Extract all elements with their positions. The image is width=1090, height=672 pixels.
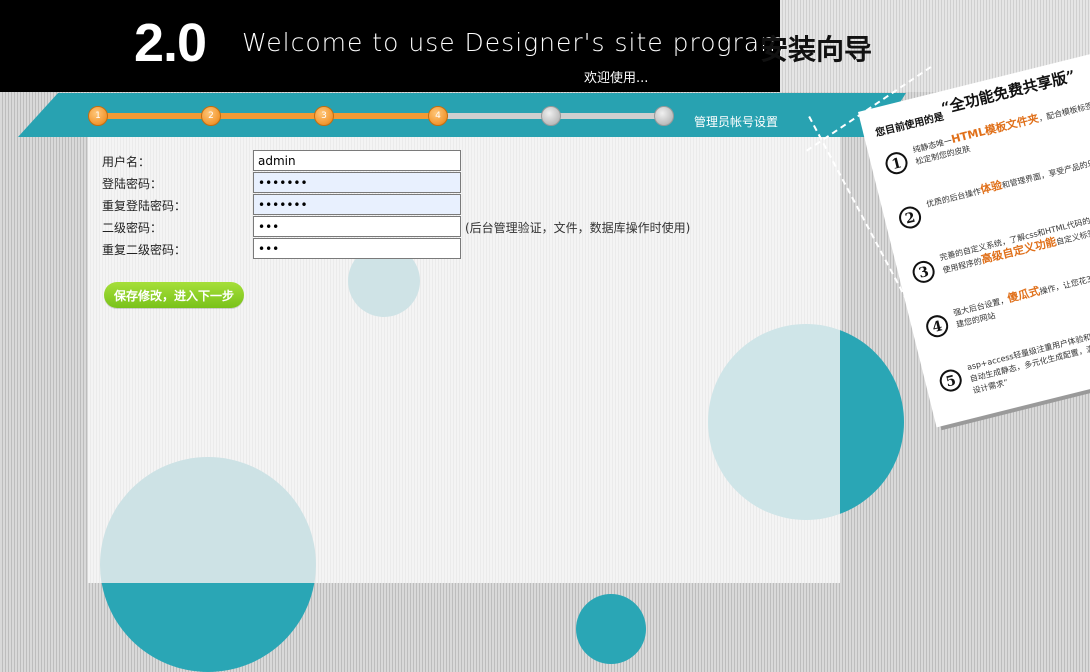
current-step-label: 管理员帐号设置 bbox=[694, 115, 779, 129]
promo-title-prefix: 您目前使用的是 bbox=[874, 111, 946, 140]
progress-step-dot: 3 bbox=[314, 106, 334, 126]
decor-circle bbox=[100, 457, 316, 583]
progress-step-dot: 2 bbox=[201, 106, 221, 126]
promo-item-number: 1 bbox=[883, 149, 910, 177]
promo-item-highlight: HTML模板文件夹 bbox=[949, 111, 1041, 147]
promo-card: 您目前使用的是 “全功能免费共享版” 1 纯静态唯一HTML模板文件夹，配合模板标… bbox=[858, 49, 1090, 428]
progress-step-dot bbox=[541, 106, 561, 126]
secondary-password-hint: (后台管理验证，文件，数据库操作时使用) bbox=[465, 221, 691, 235]
progress-step-dot: 4 bbox=[428, 106, 448, 126]
decor-circle bbox=[708, 324, 840, 520]
secondary-password-repeat-label: 重复二级密码： bbox=[102, 243, 187, 257]
promo-item-number: 2 bbox=[896, 204, 924, 231]
password-input[interactable] bbox=[253, 172, 461, 193]
promo-item-number: 5 bbox=[937, 367, 965, 394]
promo-item-text: 完善的自定义系统，了解css和HTML代码的你，完全可以使用程序的高级自定义功能… bbox=[938, 203, 1090, 277]
decor-circle bbox=[576, 594, 646, 664]
password-label: 登陆密码： bbox=[102, 177, 163, 191]
version-number: 2.0 bbox=[134, 13, 207, 73]
promo-item: 3 完善的自定义系统，了解css和HTML代码的你，完全可以使用程序的高级自定义功… bbox=[909, 202, 1090, 286]
secondary-password-input[interactable] bbox=[253, 216, 461, 237]
welcome-subheading: 欢迎使用... bbox=[584, 71, 649, 86]
username-label: 用户名： bbox=[102, 155, 151, 169]
main-panel: 用户名： 登陆密码： 重复登陆密码： 二级密码： (后台管理验证，文件，数据库操… bbox=[88, 137, 840, 583]
promo-item-highlight: 傻瓜式 bbox=[1006, 284, 1042, 306]
username-input[interactable] bbox=[253, 150, 461, 171]
secondary-password-label: 二级密码： bbox=[102, 221, 163, 235]
secondary-password-repeat-input[interactable] bbox=[253, 238, 461, 259]
promo-item-number: 4 bbox=[923, 312, 951, 340]
promo-item-text: 纯静态唯一HTML模板文件夹，配合模板标签，轻松定制您的皮肤 bbox=[911, 94, 1090, 168]
promo-card-wrapper: 您目前使用的是 “全功能免费共享版” 1 纯静态唯一HTML模板文件夹，配合模板标… bbox=[858, 49, 1090, 444]
promo-item-text-pre: 优质的后台操作 bbox=[925, 186, 982, 210]
install-wizard-title: 安装向导 bbox=[760, 33, 873, 66]
save-and-next-button[interactable]: 保存修改，进入下一步 bbox=[104, 282, 244, 308]
progress-fill bbox=[98, 113, 448, 119]
promo-item-text-post: 和管理界面，享受产品的乐趣 bbox=[1001, 156, 1090, 191]
welcome-heading: Welcome to use Designer's site program bbox=[242, 28, 786, 57]
progress-step-dot: 1 bbox=[88, 106, 108, 126]
password-repeat-input[interactable] bbox=[253, 194, 461, 215]
progress-step-dot bbox=[654, 106, 674, 126]
promo-item-highlight: 体验 bbox=[978, 178, 1004, 197]
password-repeat-label: 重复登陆密码： bbox=[102, 199, 187, 213]
promo-item-number: 3 bbox=[910, 258, 937, 286]
